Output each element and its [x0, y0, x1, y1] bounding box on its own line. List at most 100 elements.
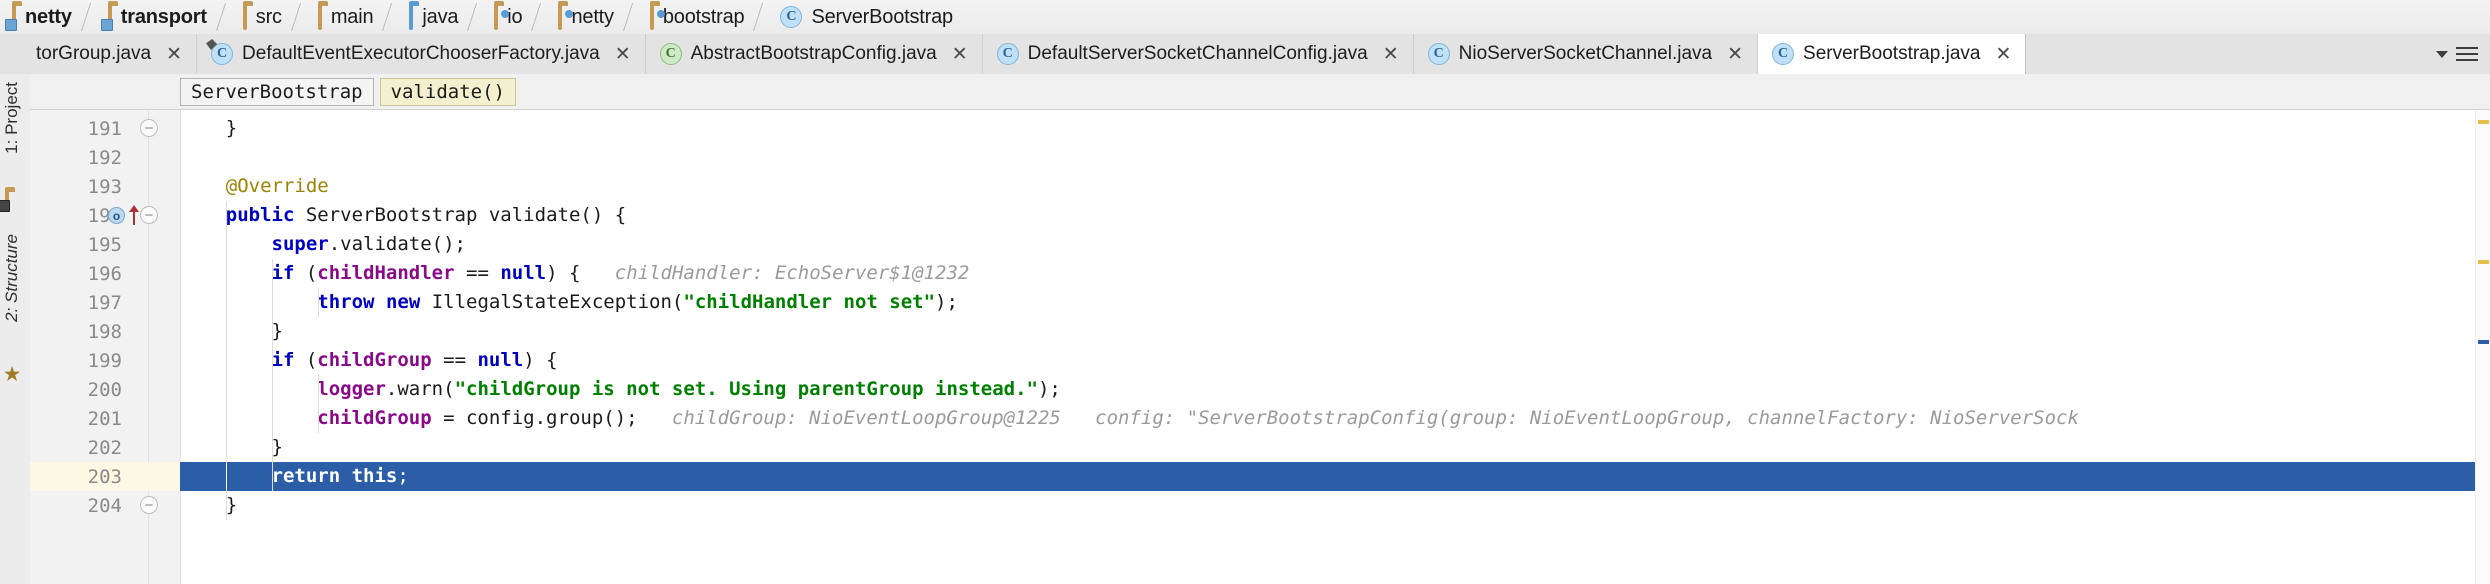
folder-icon: [317, 3, 322, 30]
code-token: (: [294, 262, 318, 284]
code-line[interactable]: return this;: [180, 462, 2490, 491]
code-line[interactable]: childGroup = config.group(); childGroup:…: [180, 404, 2079, 433]
breadcrumb-item-label: bootstrap: [662, 5, 745, 28]
folder-glyph: [649, 3, 665, 30]
code-line[interactable]: if (childGroup == null) {: [180, 346, 558, 375]
code-token: childHandler: [317, 262, 455, 284]
gutter-row[interactable]: 200: [30, 375, 180, 404]
java-class-icon: C: [206, 39, 234, 65]
breadcrumb-item-io[interactable]: io: [482, 0, 528, 34]
gutter-row[interactable]: 198: [30, 317, 180, 346]
code-token: .validate();: [328, 233, 466, 255]
line-number: 195: [87, 233, 122, 256]
breadcrumb-item-serverbootstrap[interactable]: C ServerBootstrap: [768, 0, 959, 34]
fold-toggle-icon[interactable]: −: [140, 119, 158, 137]
code-token: super: [271, 233, 329, 255]
breadcrumb-item-netty[interactable]: netty: [546, 0, 619, 34]
folder-glyph: [494, 3, 510, 30]
editor-tab-nioserversocketchannel[interactable]: C NioServerSocketChannel.java ✕: [1413, 34, 1759, 74]
favorites-icon[interactable]: ★: [4, 364, 20, 385]
code-content[interactable]: } @Override public ServerBootstrap valid…: [180, 110, 2490, 584]
breadcrumb-chip-method[interactable]: validate(): [379, 77, 516, 106]
code-line[interactable]: logger.warn("childGroup is not set. Usin…: [180, 375, 1061, 404]
editor-tab-defaulteventexecutorchooserfactory[interactable]: C DefaultEventExecutorChooserFactory.java…: [197, 34, 646, 74]
line-number: 199: [87, 349, 122, 372]
line-number: 200: [87, 378, 122, 401]
marker-execution[interactable]: [2478, 340, 2489, 344]
folder-glyph: [317, 3, 322, 30]
folder-glyph: [242, 3, 247, 30]
breadcrumb-item-transport[interactable]: transport: [96, 0, 213, 34]
close-icon[interactable]: ✕: [615, 44, 631, 64]
breakpoint-icon[interactable]: o: [108, 207, 125, 224]
editor-tab-abstractbootstrapconfig[interactable]: C AbstractBootstrapConfig.java ✕: [645, 34, 983, 74]
line-number: 191: [87, 117, 122, 140]
line-number: 197: [87, 291, 122, 314]
code-token: throw: [317, 291, 375, 313]
chevron-down-icon[interactable]: [2436, 50, 2448, 58]
code-token: ==: [454, 262, 501, 284]
editor-tab-serverbootstrap[interactable]: C ServerBootstrap.java ✕: [1758, 34, 2027, 74]
gutter-row[interactable]: 196: [30, 259, 180, 288]
indent-guide: [318, 288, 319, 317]
gutter-row[interactable]: 203: [30, 462, 180, 491]
code-line[interactable]: }: [180, 114, 237, 143]
gutter-row[interactable]: 197: [30, 288, 180, 317]
code-token: ==: [431, 349, 478, 371]
fold-toggle-icon[interactable]: −: [140, 206, 158, 224]
breadcrumb-chip-class[interactable]: ServerBootstrap: [180, 77, 374, 106]
close-icon[interactable]: ✕: [1995, 44, 2011, 64]
editor-gutter[interactable]: 191−192 193 194 o −195 196 197 198 199 200 201 202 2…: [30, 110, 181, 584]
indent-guide: [318, 375, 319, 433]
breadcrumb-item-netty[interactable]: netty: [0, 0, 78, 34]
tool-window-left-strip: 1: Project 2: Structure ★: [0, 74, 31, 584]
code-token: IllegalStateException(: [420, 291, 684, 313]
code-line[interactable]: }: [180, 433, 283, 462]
code-token: null: [477, 349, 524, 371]
breadcrumb-item-bootstrap[interactable]: bootstrap: [638, 0, 751, 34]
code-token: }: [271, 320, 283, 342]
gutter-row[interactable]: 195: [30, 230, 180, 259]
breadcrumb-separator: [750, 0, 768, 34]
editor-tab-torgroup[interactable]: torGroup.java ✕: [0, 34, 198, 74]
sidebar-item-structure[interactable]: 2: Structure: [2, 234, 22, 322]
gutter-row[interactable]: 193: [30, 172, 180, 201]
code-token: ) {: [523, 349, 558, 371]
gutter-row[interactable]: 192: [30, 143, 180, 172]
breadcrumb-item-label: main: [330, 5, 374, 28]
breadcrumb-item-main[interactable]: main: [306, 0, 380, 34]
editor-tab-defaultserversocketchannelconfig[interactable]: C DefaultServerSocketChannelConfig.java ✕: [982, 34, 1414, 74]
editor-marker-bar[interactable]: [2475, 110, 2490, 584]
close-icon[interactable]: ✕: [166, 44, 182, 64]
code-editor[interactable]: 191−192 193 194 o −195 196 197 198 199 200 201 202 2…: [30, 110, 2490, 584]
breadcrumb-item-java[interactable]: java: [397, 0, 464, 34]
fold-toggle-icon[interactable]: −: [140, 496, 158, 514]
code-line[interactable]: super.validate();: [180, 230, 466, 259]
sidebar-item-project[interactable]: 1: Project: [2, 82, 22, 154]
code-line[interactable]: throw new IllegalStateException("childHa…: [180, 288, 958, 317]
code-line[interactable]: if (childHandler == null) { childHandler…: [180, 259, 970, 288]
close-icon[interactable]: ✕: [1727, 44, 1743, 64]
code-line[interactable]: @Override: [180, 172, 329, 201]
breadcrumb-separator: [78, 0, 96, 34]
override-method-icon[interactable]: [128, 205, 140, 225]
line-number: 192: [87, 146, 122, 169]
breadcrumb-separator: [288, 0, 306, 34]
gutter-row[interactable]: 199: [30, 346, 180, 375]
code-line[interactable]: }: [180, 317, 283, 346]
inline-debug-hint: childHandler: EchoServer$1@1232: [580, 262, 970, 284]
tab-list-menu-icon[interactable]: [2456, 47, 2478, 61]
code-token: (: [294, 349, 318, 371]
gutter-row[interactable]: 201: [30, 404, 180, 433]
close-icon[interactable]: ✕: [952, 44, 968, 64]
gutter-row[interactable]: 202: [30, 433, 180, 462]
marker-warning[interactable]: [2478, 260, 2489, 264]
project-breadcrumb-bar: netty transport src main java io netty bootstra…: [0, 0, 2490, 35]
close-icon[interactable]: ✕: [1383, 44, 1399, 64]
code-line[interactable]: }: [180, 491, 237, 520]
breadcrumb-item-src[interactable]: src: [231, 0, 288, 34]
folder-icon: [242, 3, 247, 30]
code-line[interactable]: public ServerBootstrap validate() {: [180, 201, 626, 230]
marker-warning[interactable]: [2478, 120, 2489, 124]
